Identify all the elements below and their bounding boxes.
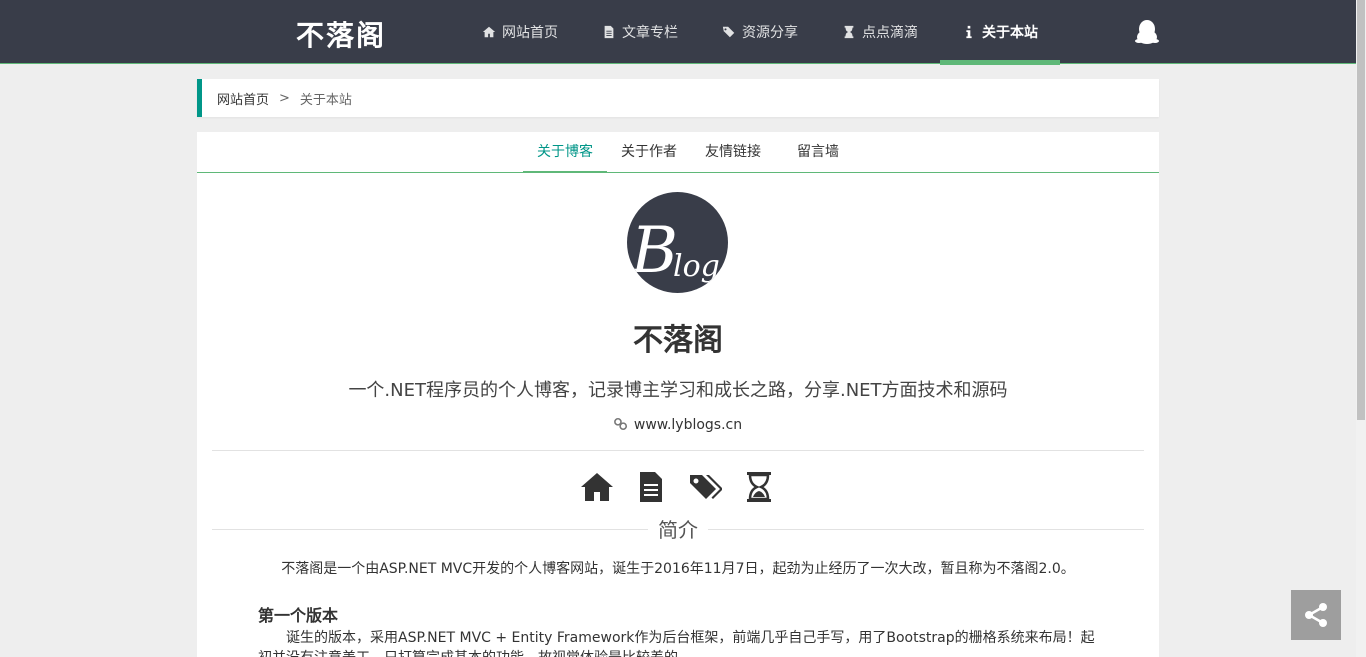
intro-paragraph: 不落阁是一个由ASP.NET MVC开发的个人博客网站，诞生于2016年11月7… bbox=[281, 561, 1075, 577]
nav-item-label: 网站首页 bbox=[502, 25, 558, 41]
tags-icon[interactable] bbox=[688, 470, 722, 504]
version-paragraph: 诞生的版本，采用ASP.NET MVC + Entity Framework作为… bbox=[258, 630, 1095, 657]
section-title-intro: 简介 bbox=[212, 517, 1144, 543]
breadcrumb-separator: > bbox=[279, 90, 290, 106]
site-motto: 一个.NET程序员的个人博客，记录博主学习和成长之路，分享.NET方面技术和源码 bbox=[348, 380, 1008, 401]
hourglass-icon[interactable] bbox=[742, 470, 776, 504]
hourglass-icon bbox=[844, 25, 854, 39]
home-icon[interactable] bbox=[580, 470, 614, 504]
link-icon bbox=[613, 417, 627, 431]
breadcrumb: 网站首页 > 关于本站 bbox=[197, 79, 1159, 117]
page-scrollbar[interactable] bbox=[1356, 0, 1366, 657]
nav-item-moments[interactable]: 点点滴滴 bbox=[820, 0, 940, 64]
nav-item-about[interactable]: 关于本站 bbox=[940, 0, 1060, 65]
tab-message-wall[interactable]: 留言墙 bbox=[775, 132, 853, 172]
blog-avatar: B log bbox=[627, 192, 728, 293]
svg-text:log: log bbox=[673, 249, 720, 284]
file-icon[interactable] bbox=[634, 470, 668, 504]
scrollbar-thumb[interactable] bbox=[1357, 0, 1365, 420]
nav-item-resources[interactable]: 资源分享 bbox=[700, 0, 820, 64]
breadcrumb-home-link[interactable]: 网站首页 bbox=[217, 89, 269, 108]
share-icon bbox=[1305, 603, 1327, 627]
tab-about-blog[interactable]: 关于博客 bbox=[523, 132, 607, 173]
nav-item-home[interactable]: 网站首页 bbox=[460, 0, 580, 64]
nav-item-label: 文章专栏 bbox=[622, 25, 678, 41]
home-icon bbox=[482, 26, 496, 38]
qq-icon[interactable] bbox=[1133, 18, 1161, 46]
nav-item-label: 关于本站 bbox=[982, 25, 1038, 41]
quick-links-row bbox=[197, 470, 1159, 504]
section-title-text: 简介 bbox=[648, 517, 708, 543]
site-name: 不落阁 bbox=[633, 323, 723, 358]
tags-icon bbox=[722, 26, 735, 38]
blog-logo-icon: B log bbox=[630, 214, 720, 288]
site-logo[interactable]: 不落阁 bbox=[296, 14, 386, 54]
svg-text:B: B bbox=[630, 214, 678, 288]
breadcrumb-current: 关于本站 bbox=[299, 92, 352, 108]
top-navbar: 不落阁 网站首页 文章专栏 资源分享 点点滴滴 关于本站 bbox=[0, 0, 1356, 65]
site-url[interactable]: www.lyblogs.cn bbox=[197, 417, 1159, 433]
info-icon bbox=[966, 25, 972, 39]
share-button[interactable] bbox=[1291, 590, 1341, 640]
nav-item-articles[interactable]: 文章专栏 bbox=[580, 0, 700, 64]
site-url-text: www.lyblogs.cn bbox=[633, 417, 743, 433]
file-icon bbox=[604, 25, 614, 39]
version-heading: 第一个版本 bbox=[258, 606, 339, 625]
main-nav: 网站首页 文章专栏 资源分享 点点滴滴 关于本站 bbox=[460, 0, 1060, 65]
about-tabs: 关于博客 关于作者 友情链接 留言墙 bbox=[197, 132, 1159, 173]
tab-friend-links[interactable]: 友情链接 bbox=[691, 132, 775, 172]
nav-item-label: 资源分享 bbox=[742, 25, 798, 41]
divider bbox=[212, 450, 1144, 451]
nav-item-label: 点点滴滴 bbox=[862, 25, 918, 41]
about-card: 关于博客 关于作者 友情链接 留言墙 B log 不落阁 一个.NET程序员的个… bbox=[197, 132, 1159, 657]
tab-about-author[interactable]: 关于作者 bbox=[607, 132, 691, 172]
